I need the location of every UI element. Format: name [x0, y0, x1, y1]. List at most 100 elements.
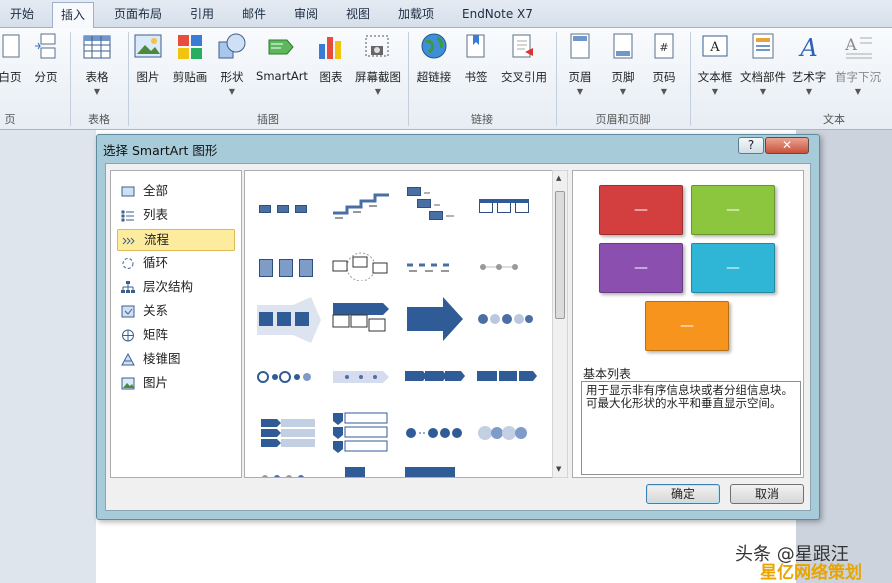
layout-thumbnail[interactable]: [259, 199, 319, 219]
layout-thumbnail[interactable]: [257, 369, 317, 385]
svg-text:A: A: [798, 34, 817, 62]
svg-text:A: A: [844, 35, 857, 54]
tab-insert[interactable]: 插入: [52, 2, 94, 28]
relationship-icon: [121, 305, 135, 318]
scroll-down-arrow[interactable]: ▼: [556, 465, 561, 473]
cross-reference-icon: [509, 32, 539, 62]
layout-thumbnail[interactable]: [331, 251, 391, 281]
bookmark-icon: [461, 32, 491, 62]
smartart-icon: [267, 32, 297, 62]
category-all[interactable]: 全部: [117, 181, 235, 203]
text-box-icon: A: [700, 32, 730, 62]
preview-shape: —: [645, 301, 729, 351]
svg-text:A: A: [709, 40, 720, 55]
tab-home[interactable]: 开始: [2, 2, 42, 28]
category-cycle[interactable]: 循环: [117, 253, 235, 275]
category-process[interactable]: 流程: [117, 229, 235, 251]
layout-thumbnail[interactable]: [405, 369, 465, 383]
layout-thumbnail[interactable]: [477, 199, 537, 219]
cancel-button[interactable]: 取消: [730, 484, 804, 504]
layout-thumbnail[interactable]: [477, 369, 537, 383]
layout-thumbnail[interactable]: [477, 423, 537, 443]
tab-review[interactable]: 审阅: [286, 2, 326, 28]
picture-icon: [133, 32, 163, 62]
preview-shape: —: [691, 185, 775, 235]
preview-shape: —: [599, 185, 683, 235]
layout-thumbnail[interactable]: [405, 297, 465, 341]
group-label-header-footer: 页眉和页脚: [556, 111, 690, 127]
dialog-title: 选择 SmartArt 图形: [103, 140, 217, 159]
scroll-up-arrow[interactable]: ▲: [556, 174, 561, 182]
category-matrix[interactable]: 矩阵: [117, 325, 235, 347]
page-break-icon: [31, 32, 61, 62]
smartart-button[interactable]: SmartArt: [254, 32, 310, 106]
layout-thumbnail[interactable]: [259, 471, 319, 478]
preview-shape: —: [599, 243, 683, 293]
layout-thumbnail[interactable]: [331, 363, 391, 391]
gallery-scrollbar[interactable]: ▲ ▼: [552, 170, 568, 478]
pyramid-icon: [121, 353, 135, 366]
table-button[interactable]: 表格 ▼: [69, 32, 125, 106]
tab-mailings[interactable]: 邮件: [234, 2, 274, 28]
layout-thumbnail[interactable]: [331, 411, 391, 455]
category-hierarchy[interactable]: 层次结构: [117, 277, 235, 299]
page-number-icon: #: [649, 32, 679, 62]
group-label-illustrations: 插图: [128, 111, 408, 127]
footer-icon: [608, 32, 638, 62]
matrix-icon: [121, 329, 135, 342]
help-button[interactable]: ?: [738, 137, 764, 154]
tab-references[interactable]: 引用: [182, 2, 222, 28]
document-margin: [0, 130, 96, 583]
globe-icon: [419, 32, 449, 62]
category-relationship[interactable]: 关系: [117, 301, 235, 323]
ribbon: 白页 分页 页 表格 ▼ 表格 图片 剪贴画 形状 ▼ SmartArt 图表 …: [0, 28, 892, 130]
header-icon: [565, 32, 595, 62]
smartart-dialog: 选择 SmartArt 图形 ? ✕ 全部 列表 流程 循环 层次结: [96, 134, 820, 520]
clip-art-icon: [175, 32, 205, 62]
cycle-icon: [121, 257, 135, 270]
group-label-links: 链接: [408, 111, 556, 127]
group-label-table: 表格: [70, 111, 128, 127]
layout-thumbnail[interactable]: [477, 311, 537, 327]
layout-thumbnail[interactable]: [331, 193, 391, 223]
wordart-button[interactable]: A 艺术字 ▼: [781, 32, 837, 106]
layout-thumbnail[interactable]: [259, 417, 319, 451]
watermark-brand: 星亿网络策划: [760, 558, 862, 583]
page-break-button[interactable]: 分页: [18, 32, 74, 106]
close-button[interactable]: ✕: [765, 137, 809, 154]
layout-thumbnail[interactable]: [405, 467, 455, 478]
tab-endnote[interactable]: EndNote X7: [454, 2, 541, 28]
preview-shape: —: [691, 243, 775, 293]
drop-cap-button[interactable]: A 首字下沉 ▼: [830, 32, 886, 106]
layout-gallery: [244, 170, 566, 478]
category-list-item[interactable]: 列表: [117, 205, 235, 227]
screenshot-button[interactable]: 屏幕截图 ▼: [350, 32, 406, 106]
dialog-body: 全部 列表 流程 循环 层次结构 关系: [105, 163, 811, 511]
layout-thumbnail[interactable]: [259, 255, 319, 281]
ok-button[interactable]: 确定: [646, 484, 720, 504]
layout-description: 用于显示非有序信息块或者分组信息块。可最大化形状的水平和垂直显示空间。: [581, 381, 801, 475]
category-picture[interactable]: 图片: [117, 373, 235, 395]
layout-thumbnail[interactable]: [405, 425, 465, 441]
group-label-pages: 页: [0, 111, 20, 127]
layout-thumbnail[interactable]: [477, 259, 537, 275]
cross-reference-button[interactable]: 交叉引用: [496, 32, 552, 106]
shapes-button[interactable]: 形状 ▼: [204, 32, 260, 106]
tab-page-layout[interactable]: 页面布局: [106, 2, 170, 28]
screenshot-icon: [363, 32, 393, 62]
layout-thumbnail[interactable]: [257, 297, 321, 343]
ribbon-tab-bar: 开始 插入 页面布局 引用 邮件 审阅 视图 加载项 EndNote X7: [0, 0, 892, 28]
table-icon: [82, 32, 112, 62]
quick-parts-icon: [748, 32, 778, 62]
category-pyramid[interactable]: 棱锥图: [117, 349, 235, 371]
layout-thumbnail[interactable]: [405, 259, 465, 275]
layout-thumbnail[interactable]: [331, 301, 391, 337]
scrollbar-thumb[interactable]: [555, 191, 565, 319]
shapes-icon: [217, 32, 247, 62]
tab-addins[interactable]: 加载项: [390, 2, 442, 28]
layout-thumbnail[interactable]: [345, 467, 365, 478]
layout-thumbnail[interactable]: [405, 185, 465, 225]
page-number-button[interactable]: # 页码 ▼: [636, 32, 692, 106]
tab-view[interactable]: 视图: [338, 2, 378, 28]
bar-chart-icon: [316, 32, 346, 62]
